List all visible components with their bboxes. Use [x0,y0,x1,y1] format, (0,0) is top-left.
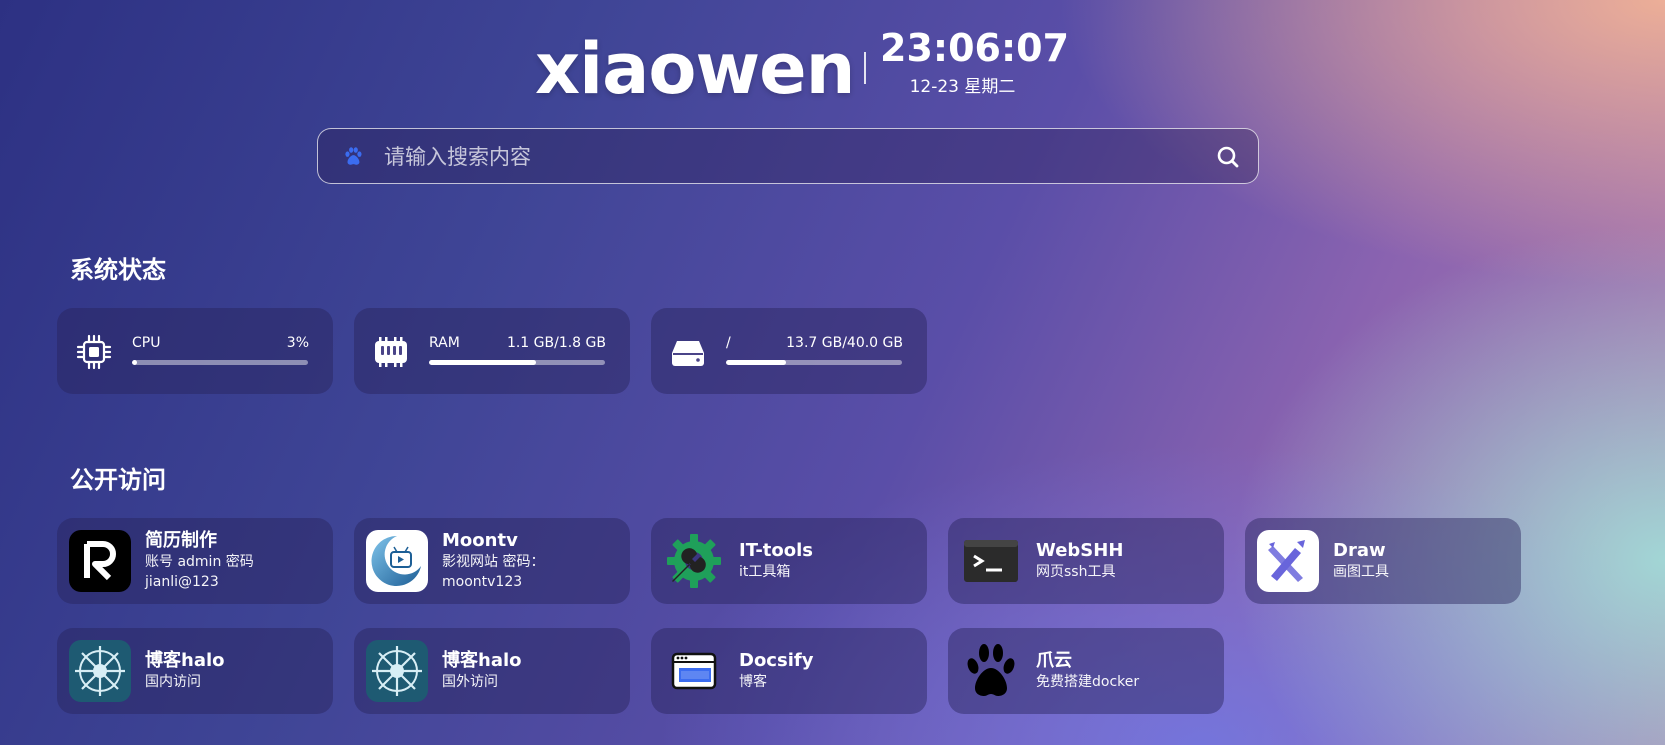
search-input[interactable] [382,139,1186,175]
clock-date: 12-23 星期二 [909,77,1016,97]
app-name: Docsify [739,650,814,671]
halo-logo [69,640,131,702]
cpu-usage-bar [132,360,308,365]
app-name: IT-tools [739,540,814,561]
header-divider [864,52,866,84]
app-name: 爪云 [1036,650,1072,671]
stat-value: 13.7 GB/40.0 GB [786,335,903,351]
app-card-docsify[interactable]: Docsify 博客 [651,628,927,714]
stat-card-ram: RAM 1.1 GB/1.8 GB [354,308,630,394]
app-name: WebSHH [1036,540,1124,561]
app-desc: 影视网站 密码：moontv123 [442,554,545,590]
app-desc: 画图工具 [1333,564,1389,580]
app-desc: 博客 [739,674,767,690]
usage-bar-fill [132,360,138,365]
app-card-it-tools[interactable]: IT-tools it工具箱 [651,518,927,604]
reactive-resume-logo [69,530,131,592]
app-desc: it工具箱 [739,564,791,580]
app-name: 博客halo [442,650,522,671]
app-name: Draw [1333,540,1386,561]
site-title: xiaowen [535,28,855,110]
stat-card-cpu: CPU 3% [57,308,333,394]
clock: 23:06:07 12-23 星期二 [880,26,1070,97]
app-card-halo-intl[interactable]: 博客halo 国外访问 [354,628,630,714]
dotcom-browser-icon [663,640,725,702]
baidu-paw-icon[interactable] [342,145,364,167]
hard-drive-icon [669,333,707,371]
gear-wrench-icon [663,530,725,592]
app-card-resume[interactable]: 简历制作 账号 admin 密码 jianli@123 [57,518,333,604]
usage-bar-fill [429,360,537,365]
disk-usage-bar [726,360,902,365]
terminal-icon [960,530,1022,592]
excalidraw-logo [1257,530,1319,592]
app-card-paw-cloud[interactable]: 爪云 免费搭建docker [948,628,1224,714]
stat-label: CPU [132,335,161,351]
app-card-halo-cn[interactable]: 博客halo 国内访问 [57,628,333,714]
usage-bar-fill [726,360,786,365]
app-card-moontv[interactable]: Moontv 影视网站 密码：moontv123 [354,518,630,604]
app-desc: 国外访问 [442,674,498,690]
halo-logo [366,640,428,702]
cpu-icon [75,333,113,371]
search-bar [317,128,1259,184]
stat-label: / [726,335,731,351]
stat-card-disk: / 13.7 GB/40.0 GB [651,308,927,394]
clock-time: 23:06:07 [880,26,1070,70]
memory-icon [372,333,410,371]
header: xiaowen 23:06:07 12-23 星期二 [0,22,1665,112]
app-card-webssh[interactable]: WebSHH 网页ssh工具 [948,518,1224,604]
ram-usage-bar [429,360,605,365]
moontv-logo [366,530,428,592]
app-desc: 网页ssh工具 [1036,564,1116,580]
app-desc: 国内访问 [145,674,201,690]
stat-value: 3% [286,335,309,351]
search-icon[interactable] [1214,143,1242,171]
paw-icon [960,640,1022,702]
app-name: Moontv [442,530,518,551]
app-name: 博客halo [145,650,225,671]
public-access-title: 公开访问 [70,466,166,494]
app-desc: 免费搭建docker [1036,674,1140,690]
system-status-title: 系统状态 [70,256,166,284]
app-name: 简历制作 [145,530,217,551]
stat-value: 1.1 GB/1.8 GB [506,335,606,351]
app-desc: 账号 admin 密码 jianli@123 [145,554,254,590]
stat-label: RAM [429,335,460,351]
app-card-draw[interactable]: Draw 画图工具 [1245,518,1521,604]
